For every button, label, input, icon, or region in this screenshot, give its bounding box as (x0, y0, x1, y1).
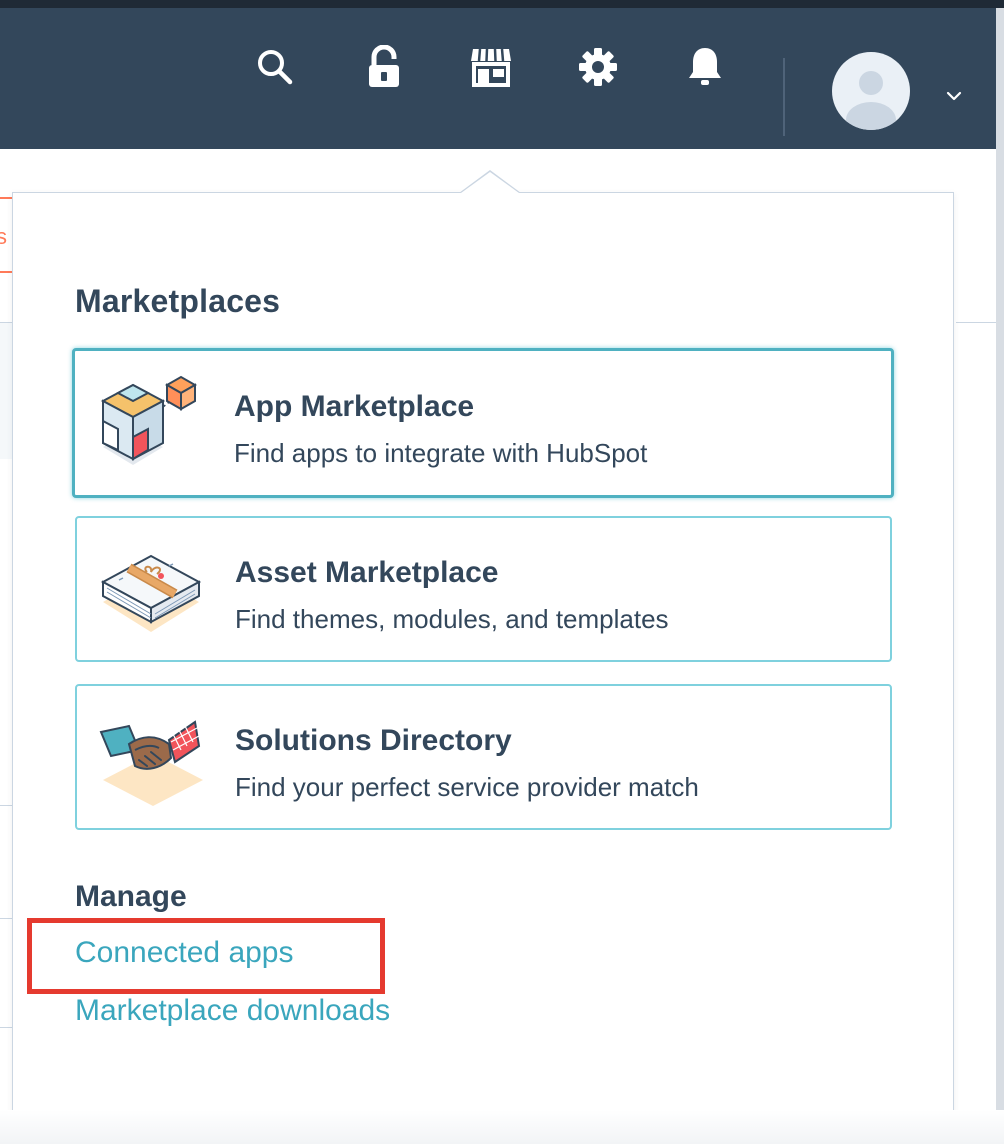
app-cubes-illustration (97, 373, 201, 469)
top-navigation-bar (0, 8, 996, 149)
marketplace-store-icon[interactable] (463, 39, 519, 95)
card-title: Solutions Directory (235, 724, 512, 757)
chevron-down-icon[interactable] (940, 86, 968, 106)
card-title: Asset Marketplace (235, 556, 499, 589)
card-description: Find apps to integrate with HubSpot (234, 438, 648, 468)
background-tab-label: s (0, 224, 7, 249)
card-description: Find themes, modules, and templates (235, 604, 669, 634)
card-title: App Marketplace (234, 390, 475, 423)
manage-heading: Manage (75, 880, 187, 913)
user-avatar[interactable] (832, 52, 910, 130)
notifications-bell-icon[interactable] (677, 39, 733, 95)
marketplace-downloads-link[interactable]: Marketplace downloads (75, 994, 390, 1028)
connected-apps-link[interactable]: Connected apps (75, 936, 294, 970)
card-description: Find your perfect service provider match (235, 772, 699, 802)
window-right-edge (996, 8, 1004, 1144)
asset-marketplace-card[interactable]: Asset Marketplace Find themes, modules, … (75, 516, 892, 662)
unlock-icon[interactable] (356, 39, 412, 95)
app-marketplace-card[interactable]: App Marketplace Find apps to integrate w… (72, 348, 894, 498)
dropdown-caret-fill (461, 172, 519, 193)
window-top-edge (0, 0, 1004, 8)
background-divider (0, 805, 12, 806)
navbar-divider (783, 58, 785, 136)
background-divider (0, 1027, 12, 1028)
background-divider (956, 322, 996, 323)
handshake-illustration (99, 710, 203, 806)
background-divider (0, 918, 12, 919)
solutions-directory-card[interactable]: Solutions Directory Find your perfect se… (75, 684, 892, 830)
asset-package-illustration (99, 542, 203, 638)
search-icon[interactable] (247, 39, 303, 95)
marketplaces-heading: Marketplaces (75, 283, 281, 319)
background-panel-strip (0, 323, 12, 459)
settings-gear-icon[interactable] (570, 39, 626, 95)
window-bottom-edge (0, 1110, 1004, 1144)
